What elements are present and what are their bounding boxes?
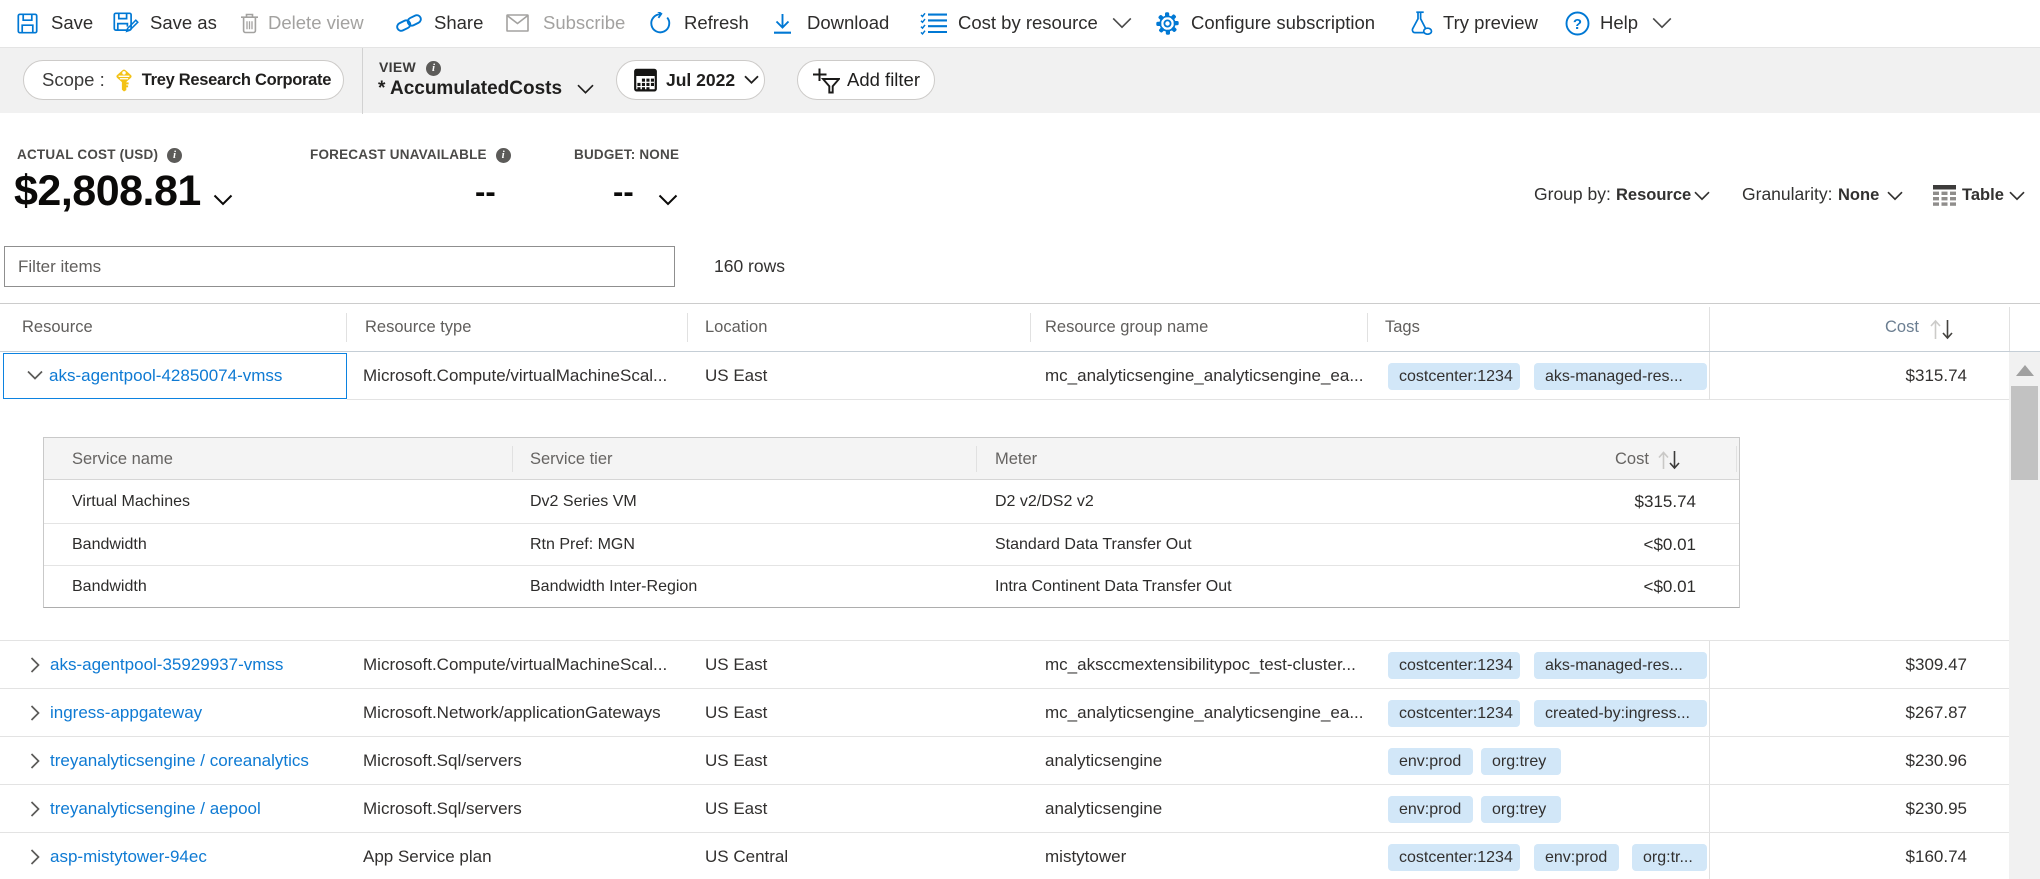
svg-text:?: ? <box>1573 16 1582 33</box>
